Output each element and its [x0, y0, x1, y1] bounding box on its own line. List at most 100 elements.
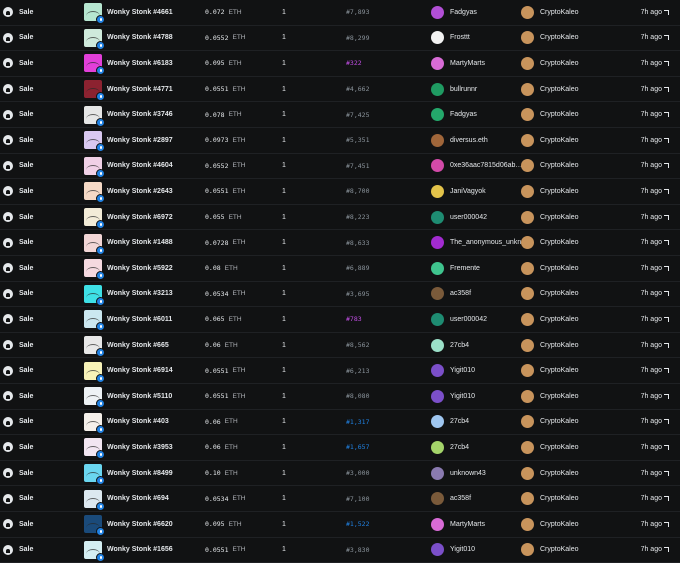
from-user-link[interactable]: Fremente	[450, 265, 480, 272]
to-cell[interactable]: CryptoKaleo	[521, 128, 579, 153]
time-cell[interactable]: 7h ago	[641, 282, 669, 307]
to-avatar[interactable]	[521, 159, 534, 173]
to-avatar[interactable]	[521, 133, 534, 147]
to-user-link[interactable]: CryptoKaleo	[540, 367, 579, 374]
item-cell[interactable]: Wonky Stonk #4771	[84, 77, 173, 102]
item-thumbnail[interactable]	[84, 233, 105, 255]
from-cell[interactable]: Frosttt	[431, 26, 470, 51]
time-link[interactable]: 7h ago	[641, 60, 662, 67]
table-row[interactable]: Sale Wonky Stonk #4771 0.0551 ETH 1 #4,6…	[0, 77, 680, 103]
to-cell[interactable]: CryptoKaleo	[521, 307, 579, 332]
to-avatar[interactable]	[521, 82, 534, 96]
item-name-link[interactable]: Wonky Stonk #3213	[107, 290, 173, 297]
table-row[interactable]: Sale Wonky Stonk #3953 0.06 ETH 1 #1,657…	[0, 435, 680, 461]
to-cell[interactable]: CryptoKaleo	[521, 154, 579, 179]
from-user-link[interactable]: MartyMarts	[450, 521, 485, 528]
to-avatar[interactable]	[521, 108, 534, 122]
item-cell[interactable]: Wonky Stonk #2897	[84, 128, 173, 153]
time-cell[interactable]: 7h ago	[641, 358, 669, 383]
from-user-link[interactable]: 0xe36aac7815d06ab…	[450, 162, 522, 169]
external-link-icon[interactable]	[664, 86, 669, 92]
from-cell[interactable]: 0xe36aac7815d06ab…	[431, 154, 522, 179]
item-name-link[interactable]: Wonky Stonk #6914	[107, 367, 173, 374]
item-cell[interactable]: Wonky Stonk #3953	[84, 435, 173, 460]
table-row[interactable]: Sale Wonky Stonk #5922 0.08 ETH 1 #6,889…	[0, 256, 680, 282]
table-row[interactable]: Sale Wonky Stonk #6011 0.065 ETH 1 #783 …	[0, 307, 680, 333]
time-cell[interactable]: 7h ago	[641, 538, 669, 563]
time-cell[interactable]: 7h ago	[641, 154, 669, 179]
time-cell[interactable]: 7h ago	[641, 256, 669, 281]
from-cell[interactable]: ac358f	[431, 282, 471, 307]
item-name-link[interactable]: Wonky Stonk #6620	[107, 521, 173, 528]
from-cell[interactable]: Fadgyas	[431, 102, 477, 127]
item-name-link[interactable]: Wonky Stonk #1488	[107, 239, 173, 246]
item-thumbnail[interactable]	[84, 540, 105, 562]
from-user-link[interactable]: ac358f	[450, 495, 471, 502]
to-avatar[interactable]	[521, 261, 534, 275]
to-user-link[interactable]: CryptoKaleo	[540, 34, 579, 41]
item-thumbnail[interactable]	[84, 105, 105, 127]
from-user-link[interactable]: JaniVagyok	[450, 188, 486, 195]
time-cell[interactable]: 7h ago	[641, 77, 669, 102]
to-cell[interactable]: CryptoKaleo	[521, 435, 579, 460]
to-cell[interactable]: CryptoKaleo	[521, 358, 579, 383]
item-name-link[interactable]: Wonky Stonk #5110	[107, 393, 172, 400]
from-avatar[interactable]	[431, 440, 444, 454]
item-thumbnail[interactable]	[84, 412, 105, 434]
to-user-link[interactable]: CryptoKaleo	[540, 546, 579, 553]
from-user-link[interactable]: Yigit010	[450, 393, 475, 400]
external-link-icon[interactable]	[664, 240, 669, 246]
item-thumbnail[interactable]	[84, 310, 105, 332]
from-avatar[interactable]	[431, 338, 444, 352]
time-link[interactable]: 7h ago	[641, 265, 662, 272]
time-link[interactable]: 7h ago	[641, 34, 662, 41]
to-avatar[interactable]	[521, 56, 534, 70]
external-link-icon[interactable]	[664, 291, 669, 297]
item-cell[interactable]: Wonky Stonk #6914	[84, 358, 173, 383]
to-avatar[interactable]	[521, 415, 534, 429]
to-cell[interactable]: CryptoKaleo	[521, 51, 579, 76]
external-link-icon[interactable]	[664, 393, 669, 399]
item-name-link[interactable]: Wonky Stonk #4771	[107, 86, 173, 93]
to-avatar[interactable]	[521, 364, 534, 378]
from-user-link[interactable]: Fadgyas	[450, 111, 477, 118]
item-thumbnail[interactable]	[84, 80, 105, 102]
time-cell[interactable]: 7h ago	[641, 179, 669, 204]
item-thumbnail[interactable]	[84, 28, 105, 50]
to-cell[interactable]: CryptoKaleo	[521, 256, 579, 281]
item-cell[interactable]: Wonky Stonk #6620	[84, 512, 173, 537]
to-user-link[interactable]: CryptoKaleo	[540, 316, 579, 323]
time-cell[interactable]: 7h ago	[641, 512, 669, 537]
from-cell[interactable]: Yigit010	[431, 538, 475, 563]
item-name-link[interactable]: Wonky Stonk #2897	[107, 137, 173, 144]
external-link-icon[interactable]	[664, 342, 669, 348]
to-avatar[interactable]	[521, 389, 534, 403]
from-avatar[interactable]	[431, 56, 444, 70]
to-avatar[interactable]	[521, 5, 534, 19]
to-user-link[interactable]: CryptoKaleo	[540, 470, 579, 477]
item-cell[interactable]: Wonky Stonk #6011	[84, 307, 172, 332]
time-cell[interactable]: 7h ago	[641, 102, 669, 127]
external-link-icon[interactable]	[664, 265, 669, 271]
item-name-link[interactable]: Wonky Stonk #3953	[107, 444, 173, 451]
table-row[interactable]: Sale Wonky Stonk #6972 0.055 ETH 1 #8,22…	[0, 205, 680, 231]
time-link[interactable]: 7h ago	[641, 137, 662, 144]
item-thumbnail[interactable]	[84, 54, 105, 76]
from-cell[interactable]: MartyMarts	[431, 512, 485, 537]
time-cell[interactable]: 7h ago	[641, 307, 669, 332]
from-user-link[interactable]: unknown43	[450, 470, 486, 477]
item-thumbnail[interactable]	[84, 182, 105, 204]
from-cell[interactable]: 27cb4	[431, 435, 469, 460]
from-avatar[interactable]	[431, 133, 444, 147]
to-user-link[interactable]: CryptoKaleo	[540, 137, 579, 144]
to-cell[interactable]: CryptoKaleo	[521, 77, 579, 102]
item-thumbnail[interactable]	[84, 259, 105, 281]
time-link[interactable]: 7h ago	[641, 342, 662, 349]
item-name-link[interactable]: Wonky Stonk #4604	[107, 162, 173, 169]
item-thumbnail[interactable]	[84, 336, 105, 358]
item-name-link[interactable]: Wonky Stonk #2643	[107, 188, 173, 195]
from-cell[interactable]: MartyMarts	[431, 51, 485, 76]
item-thumbnail[interactable]	[84, 489, 105, 511]
from-avatar[interactable]	[431, 517, 444, 531]
from-user-link[interactable]: 27cb4	[450, 342, 469, 349]
